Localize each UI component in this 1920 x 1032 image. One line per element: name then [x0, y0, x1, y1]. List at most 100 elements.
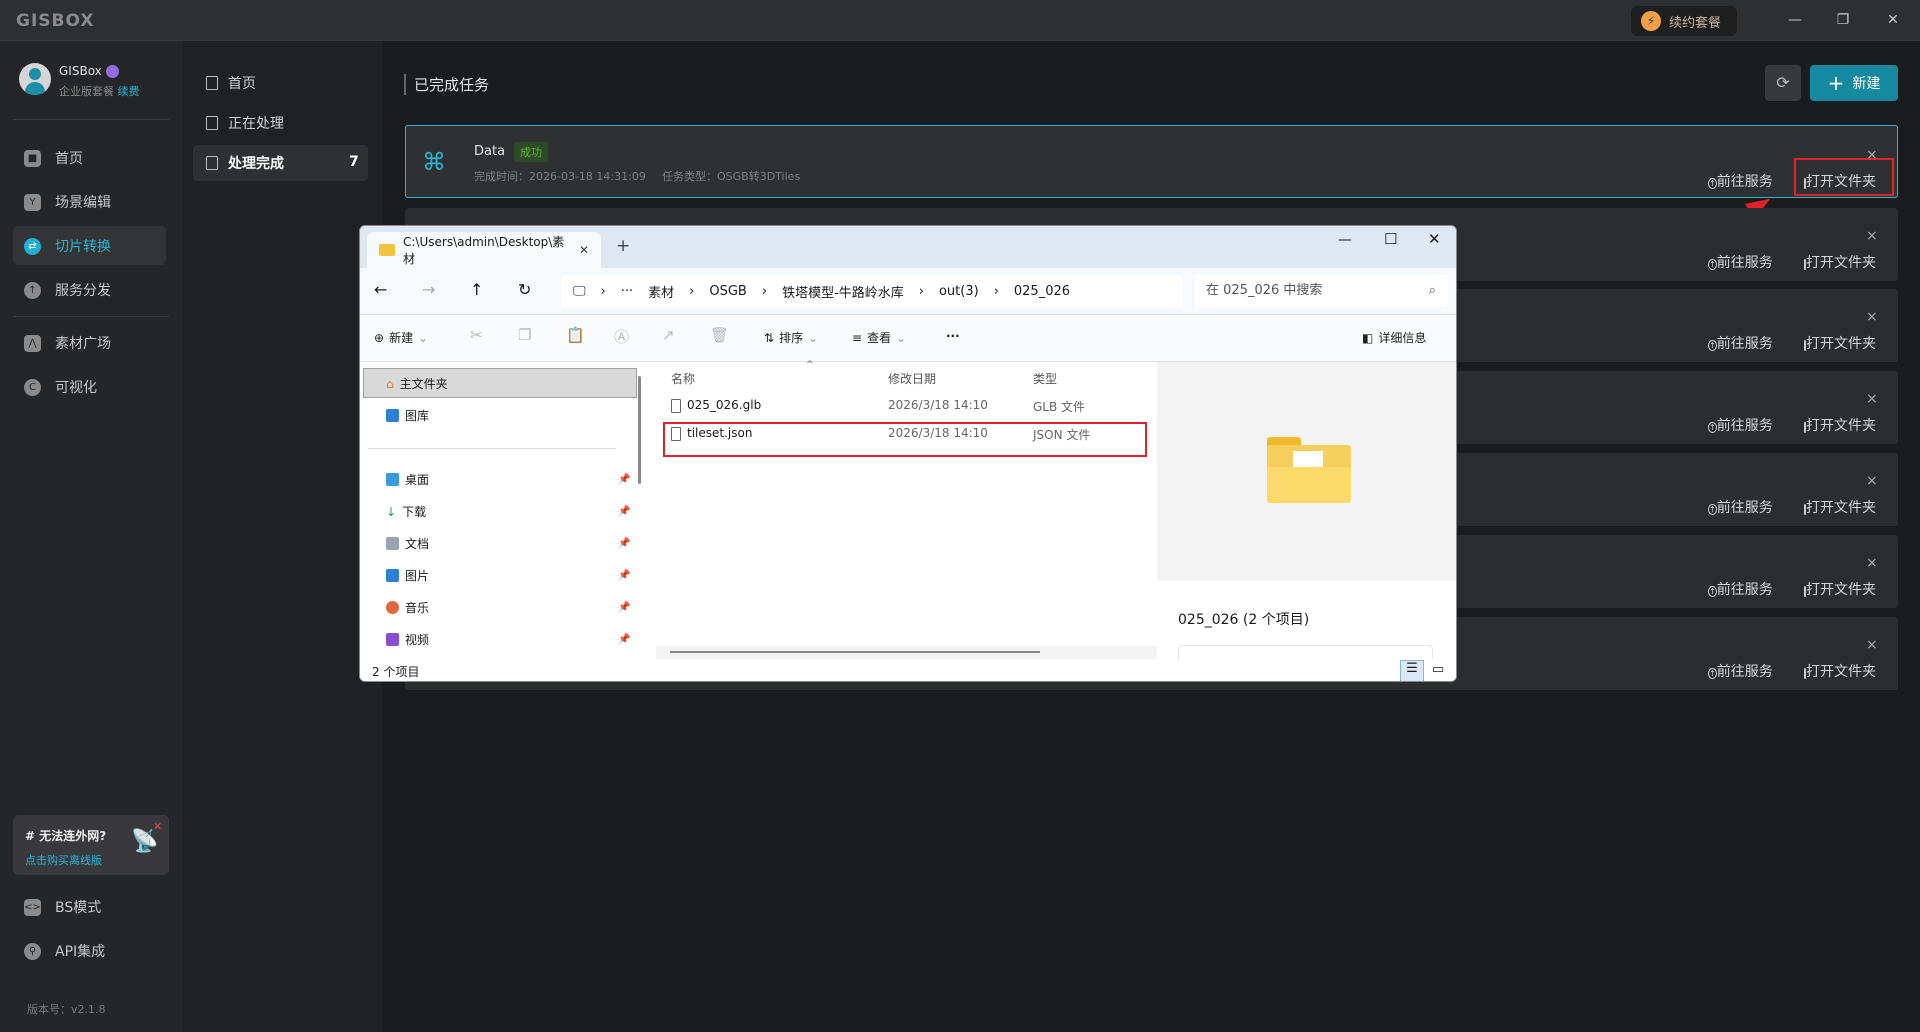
delete-icon[interactable]: 🗑 — [710, 326, 729, 344]
annotation-highlight-box — [663, 422, 1147, 457]
label: 前往服务 — [1716, 174, 1773, 190]
pin-icon[interactable]: 📌 — [618, 634, 630, 645]
label: 打开文件夹 — [1806, 336, 1876, 352]
nav-gallery[interactable]: 图库 — [386, 407, 429, 424]
paste-icon[interactable]: 📋 — [566, 326, 585, 344]
view-button[interactable]: ≡ 查看 ⌄ — [852, 329, 906, 346]
label: 前往服务 — [1716, 664, 1773, 680]
nav-downloads[interactable]: ↓ 下载 — [386, 503, 426, 520]
go-to-service-button[interactable]: ↑前往服务 — [1708, 661, 1773, 681]
go-to-service-button[interactable]: ↑前往服务 — [1708, 171, 1773, 191]
close-task-button[interactable]: × — [1866, 309, 1878, 325]
more-button[interactable]: ··· — [946, 329, 960, 343]
label: 打开文件夹 — [1806, 174, 1876, 190]
refresh-icon[interactable]: ↻ — [518, 280, 531, 299]
rename-icon[interactable]: Ⓐ — [614, 326, 629, 347]
new-tab-button[interactable]: + — [616, 236, 630, 256]
label: 下载 — [402, 505, 427, 519]
open-folder-button[interactable]: 打开文件夹 — [1804, 252, 1876, 272]
cut-icon[interactable]: ✂ — [470, 326, 483, 344]
column-date[interactable]: 修改日期 — [888, 370, 936, 387]
video-icon — [386, 633, 399, 646]
label: 图库 — [405, 409, 430, 423]
search-input[interactable]: 在 025_026 中搜索 ⌕ — [1194, 275, 1448, 307]
close-task-button[interactable]: × — [1866, 473, 1878, 489]
details-view-button[interactable]: ☰ — [1400, 660, 1424, 681]
maximize-button[interactable]: ☐ — [1384, 230, 1397, 248]
up-icon[interactable]: ↑ — [470, 280, 483, 299]
file-explorer-window: C:\Users\admin\Desktop\素材 ✕ + — ☐ ✕ ← → ↑… — [359, 225, 1457, 682]
overflow-icon[interactable]: ··· — [621, 284, 633, 299]
file-type: GLB 文件 — [1033, 400, 1086, 414]
explorer-tab[interactable]: C:\Users\admin\Desktop\素材 ✕ — [367, 232, 601, 268]
file-row[interactable]: 025_026.glb 2026/3/18 14:10 GLB 文件 — [671, 398, 1151, 414]
forward-icon[interactable]: → — [422, 280, 435, 299]
close-task-button[interactable]: × — [1866, 555, 1878, 571]
column-type[interactable]: 类型 — [1033, 370, 1057, 387]
open-folder-button[interactable]: 打开文件夹 — [1804, 333, 1876, 353]
pin-icon[interactable]: 📌 — [618, 602, 630, 613]
folder-preview-icon — [1267, 437, 1351, 503]
document-icon — [386, 537, 399, 550]
open-folder-button[interactable]: 打开文件夹 — [1804, 415, 1876, 435]
close-tab-icon[interactable]: ✕ — [579, 243, 589, 257]
details-pane: 025_026 (2 个项目) — [1157, 362, 1456, 665]
file-date: 2026/3/18 14:10 — [888, 398, 988, 412]
search-icon: ⌕ — [1428, 283, 1436, 298]
open-folder-button[interactable]: 打开文件夹 — [1804, 171, 1876, 191]
label: 视频 — [405, 633, 430, 647]
nav-desktop[interactable]: 桌面 — [386, 471, 429, 488]
address-bar[interactable]: 🖵 › ··· 素材 › OSGB › 铁塔模型-牛路岭水库 › out(3) › 025_… — [561, 275, 1183, 307]
horizontal-scrollbar[interactable] — [656, 646, 1158, 659]
breadcrumb-item[interactable]: 素材 — [648, 282, 674, 301]
cloud-upload-icon: ↑ — [1708, 422, 1717, 433]
scrollbar[interactable] — [638, 376, 641, 484]
minimize-button[interactable]: — — [1338, 232, 1352, 248]
label: 新建 — [389, 331, 414, 345]
file-icon — [671, 398, 681, 413]
breadcrumb-item[interactable]: 铁塔模型-牛路岭水库 — [782, 282, 904, 301]
breadcrumb-item[interactable]: 025_026 — [1014, 284, 1070, 299]
close-window-button[interactable]: ✕ — [1428, 230, 1441, 248]
tab-title: C:\Users\admin\Desktop\素材 — [403, 235, 565, 266]
label: 打开文件夹 — [1806, 500, 1876, 516]
open-folder-button[interactable]: 打开文件夹 — [1804, 497, 1876, 517]
go-to-service-button[interactable]: ↑前往服务 — [1708, 415, 1773, 435]
close-task-button[interactable]: × — [1866, 147, 1878, 163]
go-to-service-button[interactable]: ↑前往服务 — [1708, 579, 1773, 599]
close-task-button[interactable]: × — [1866, 228, 1878, 244]
details-button[interactable]: ◧ 详细信息 — [1362, 329, 1426, 346]
nav-pictures[interactable]: 图片 — [386, 567, 429, 584]
close-task-button[interactable]: × — [1866, 391, 1878, 407]
sort-asc-icon: ^ — [806, 360, 814, 370]
pictures-icon — [386, 569, 399, 582]
breadcrumb-item[interactable]: out(3) — [939, 284, 979, 299]
label: 文档 — [405, 537, 430, 551]
nav-videos[interactable]: 视频 — [386, 631, 429, 648]
new-button[interactable]: ⊕ 新建 ⌄ — [374, 329, 428, 346]
breadcrumb-item[interactable]: OSGB — [709, 284, 746, 299]
pin-icon[interactable]: 📌 — [618, 538, 630, 549]
close-task-button[interactable]: × — [1866, 637, 1878, 653]
nav-documents[interactable]: 文档 — [386, 535, 429, 552]
go-to-service-button[interactable]: ↑前往服务 — [1708, 497, 1773, 517]
go-to-service-button[interactable]: ↑前往服务 — [1708, 333, 1773, 353]
open-folder-button[interactable]: 打开文件夹 — [1804, 579, 1876, 599]
open-folder-button[interactable]: 打开文件夹 — [1804, 661, 1876, 681]
pin-icon[interactable]: 📌 — [618, 570, 630, 581]
share-icon[interactable]: ↗ — [662, 326, 675, 344]
nav-music[interactable]: 音乐 — [386, 599, 429, 616]
go-to-service-button[interactable]: ↑前往服务 — [1708, 252, 1773, 272]
label: 前往服务 — [1716, 582, 1773, 598]
nav-home[interactable]: ⌂ 主文件夹 — [386, 375, 448, 392]
back-icon[interactable]: ← — [374, 280, 387, 299]
search-placeholder: 在 025_026 中搜索 — [1206, 283, 1323, 298]
label: 音乐 — [405, 601, 430, 615]
label: 详细信息 — [1378, 331, 1427, 345]
pin-icon[interactable]: 📌 — [618, 506, 630, 517]
copy-icon[interactable]: ❐ — [518, 326, 531, 344]
sort-button[interactable]: ⇅ 排序 ⌄ — [764, 329, 818, 346]
column-name[interactable]: 名称 — [671, 370, 695, 387]
tiles-view-button[interactable]: ▭ — [1432, 662, 1444, 677]
pin-icon[interactable]: 📌 — [618, 474, 630, 485]
